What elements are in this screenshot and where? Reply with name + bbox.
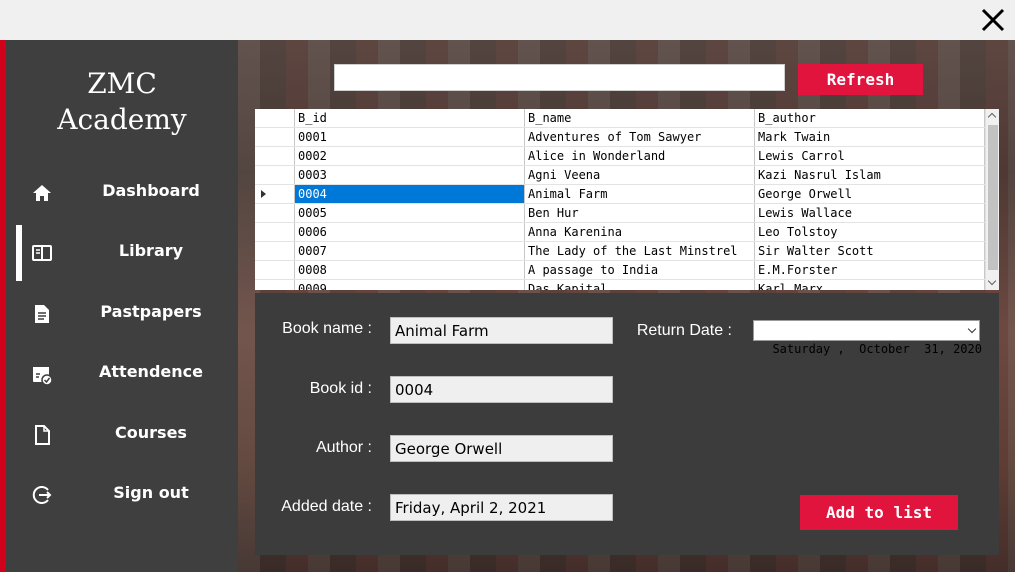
- book-name-label: Book name :: [282, 320, 372, 337]
- return-date-picker[interactable]: Saturday , October 31, 2020: [753, 320, 982, 356]
- table-header-row: B_id B_name B_author: [255, 109, 985, 128]
- close-button[interactable]: [977, 4, 1009, 36]
- return-date-label: Return Date :: [636, 322, 732, 339]
- row-header[interactable]: [255, 280, 295, 290]
- book-icon: [30, 241, 54, 265]
- sidebar-item-attendence[interactable]: Attendence: [6, 346, 238, 402]
- brand-line-1: ZMC: [87, 67, 157, 100]
- calendar-check-icon: [30, 362, 54, 386]
- sidebar-item-courses[interactable]: Courses: [6, 407, 238, 463]
- column-header-b-name[interactable]: B_name: [525, 109, 755, 127]
- author-field[interactable]: [390, 435, 613, 462]
- row-header[interactable]: [255, 128, 295, 146]
- title-bar: [0, 0, 1015, 40]
- row-header[interactable]: [255, 223, 295, 241]
- row-header[interactable]: [255, 147, 295, 165]
- search-input[interactable]: [334, 64, 785, 91]
- cell-b-name[interactable]: A passage to India: [525, 261, 755, 279]
- chevron-down-icon[interactable]: [967, 324, 977, 334]
- cell-b-id[interactable]: 0007: [295, 242, 525, 260]
- return-date-value: Saturday , October 31, 2020: [772, 342, 982, 356]
- sidebar-item-pastpapers[interactable]: Pastpapers: [6, 286, 238, 342]
- cell-b-id[interactable]: 0001: [295, 128, 525, 146]
- grid-scrollbar[interactable]: [985, 109, 999, 290]
- cell-b-author[interactable]: Kazi Nasrul Islam: [755, 166, 985, 184]
- cell-b-id-selected[interactable]: 0004: [295, 185, 525, 203]
- book-id-label: Book id :: [309, 380, 372, 397]
- close-icon: [981, 8, 1005, 32]
- cell-b-author[interactable]: Leo Tolstoy: [755, 223, 985, 241]
- table-row[interactable]: 0006 Anna Karenina Leo Tolstoy: [255, 223, 985, 242]
- cell-b-author[interactable]: E.M.Forster: [755, 261, 985, 279]
- sidebar-item-dashboard[interactable]: Dashboard: [6, 165, 238, 221]
- row-header[interactable]: [255, 166, 295, 184]
- cell-b-id[interactable]: 0008: [295, 261, 525, 279]
- row-header[interactable]: [255, 261, 295, 279]
- cell-b-author[interactable]: George Orwell: [755, 185, 985, 203]
- cell-b-id[interactable]: 0006: [295, 223, 525, 241]
- table-row[interactable]: 0008 A passage to India E.M.Forster: [255, 261, 985, 280]
- document-lines-icon: [30, 302, 54, 326]
- table-row[interactable]: 0007 The Lady of the Last Minstrel Sir W…: [255, 242, 985, 261]
- table-row-selected[interactable]: 0004 Animal Farm George Orwell: [255, 185, 985, 204]
- cell-b-name[interactable]: Agni Veena: [525, 166, 755, 184]
- sidebar-item-label: Dashboard: [102, 181, 200, 200]
- refresh-button[interactable]: Refresh: [798, 64, 923, 95]
- sidebar-item-label: Sign out: [113, 483, 189, 502]
- brand-line-2: Academy: [57, 103, 187, 136]
- cell-b-id[interactable]: 0009: [295, 280, 525, 290]
- row-header[interactable]: [255, 242, 295, 260]
- scroll-up-arrow-icon[interactable]: [986, 109, 999, 123]
- book-id-field[interactable]: [390, 376, 613, 403]
- cell-b-id[interactable]: 0005: [295, 204, 525, 222]
- file-icon: [30, 423, 54, 447]
- cell-b-author[interactable]: Lewis Wallace: [755, 204, 985, 222]
- home-icon: [30, 181, 54, 205]
- scrollbar-thumb[interactable]: [988, 125, 998, 270]
- books-data-grid[interactable]: B_id B_name B_author 0001 Adventures of …: [255, 109, 999, 290]
- sidebar-item-label: Courses: [115, 423, 187, 442]
- table-row[interactable]: 0001 Adventures of Tom Sawyer Mark Twain: [255, 128, 985, 147]
- added-date-label: Added date :: [281, 498, 372, 515]
- cell-b-name[interactable]: The Lady of the Last Minstrel: [525, 242, 755, 260]
- cell-b-author[interactable]: Mark Twain: [755, 128, 985, 146]
- row-header: [255, 109, 295, 127]
- sidebar-item-label: Library: [118, 241, 184, 260]
- cell-b-name[interactable]: Ben Hur: [525, 204, 755, 222]
- add-to-list-button[interactable]: Add to list: [800, 495, 958, 530]
- cell-b-author[interactable]: Lewis Carrol: [755, 147, 985, 165]
- added-date-field[interactable]: [390, 494, 613, 521]
- table-row[interactable]: 0002 Alice in Wonderland Lewis Carrol: [255, 147, 985, 166]
- cell-b-name[interactable]: Animal Farm: [525, 185, 755, 203]
- row-header[interactable]: [255, 204, 295, 222]
- column-header-b-id[interactable]: B_id: [295, 109, 525, 127]
- cell-b-id[interactable]: 0002: [295, 147, 525, 165]
- cell-b-name[interactable]: Anna Karenina: [525, 223, 755, 241]
- column-header-b-author[interactable]: B_author: [755, 109, 985, 127]
- scroll-down-arrow-icon[interactable]: [986, 276, 999, 290]
- cell-b-name[interactable]: Das Kapital: [525, 280, 755, 290]
- book-name-field[interactable]: [390, 317, 613, 344]
- cell-b-author[interactable]: Sir Walter Scott: [755, 242, 985, 260]
- sign-out-icon: [30, 483, 54, 507]
- cell-b-id[interactable]: 0003: [295, 166, 525, 184]
- sidebar-item-label: Attendence: [99, 362, 203, 381]
- brand-title: ZMC Academy: [6, 66, 238, 138]
- current-row-arrow-icon: [261, 190, 266, 198]
- author-label: Author :: [315, 439, 372, 456]
- table-row[interactable]: 0003 Agni Veena Kazi Nasrul Islam: [255, 166, 985, 185]
- active-indicator: [16, 225, 22, 281]
- cell-b-name[interactable]: Alice in Wonderland: [525, 147, 755, 165]
- table-row[interactable]: 0005 Ben Hur Lewis Wallace: [255, 204, 985, 223]
- sidebar-item-sign-out[interactable]: Sign out: [6, 467, 238, 523]
- sidebar-item-library[interactable]: Library: [6, 225, 238, 281]
- sidebar-item-label: Pastpapers: [100, 302, 202, 321]
- cell-b-author[interactable]: Karl Marx: [755, 280, 985, 290]
- row-header[interactable]: [255, 185, 295, 203]
- cell-b-name[interactable]: Adventures of Tom Sawyer: [525, 128, 755, 146]
- sidebar: ZMC Academy Dashboard Library Pastpapers…: [6, 40, 238, 572]
- table-row[interactable]: 0009 Das Kapital Karl Marx: [255, 280, 985, 290]
